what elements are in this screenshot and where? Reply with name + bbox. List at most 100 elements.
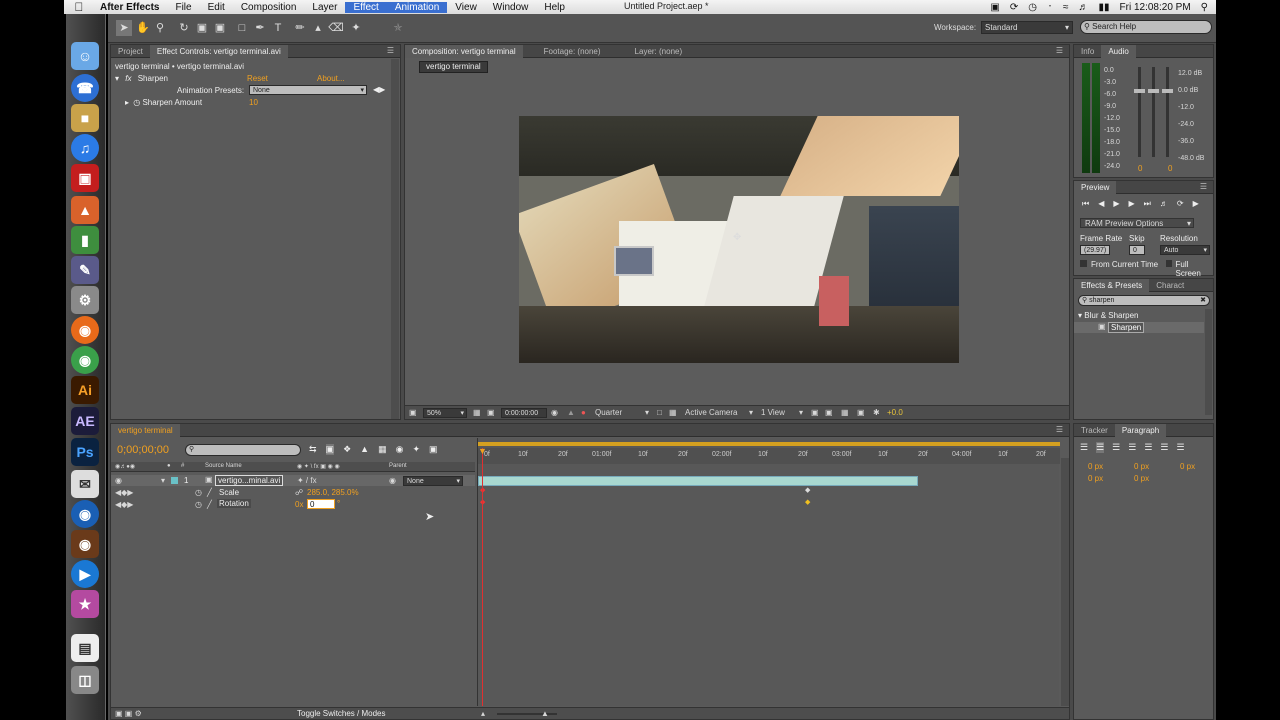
view-layout-dropdown[interactable]: 1 View ▾	[761, 408, 805, 418]
mail-icon[interactable]: ✉	[71, 470, 99, 498]
skip-field[interactable]: 0	[1129, 245, 1145, 255]
sharpen-amount-value[interactable]: 10	[249, 98, 258, 107]
stopwatch-icon[interactable]: ◷	[133, 98, 140, 107]
firefox-icon[interactable]: ◉	[71, 316, 99, 344]
clock[interactable]: Fri 12:08:20 PM	[1120, 2, 1191, 13]
shy-icon[interactable]: ▲	[360, 444, 369, 455]
tab-effect-controls[interactable]: Effect Controls: vertigo terminal.avi	[149, 44, 288, 58]
graph-editor-icon[interactable]: ▣	[429, 444, 438, 455]
menu-file[interactable]: File	[167, 2, 199, 13]
twirl-closed-icon[interactable]: ▸	[125, 98, 129, 107]
facetime-icon[interactable]: ☎	[71, 74, 99, 102]
tab-character[interactable]: Charact	[1149, 279, 1191, 292]
comp-mini-flowchart-icon[interactable]: ⇆	[309, 444, 317, 455]
time-machine-icon[interactable]: ◷	[1028, 2, 1037, 13]
timeline-icon[interactable]: ▦	[841, 408, 849, 417]
photoshop-icon[interactable]: Ps	[71, 438, 99, 466]
graph-toggle-icon[interactable]: ╱	[207, 488, 212, 497]
menu-effect[interactable]: Effect	[345, 1, 387, 13]
fx-icon[interactable]: fx	[125, 74, 131, 83]
timeline-graph-area[interactable]: 0f 10f 20f 01:00f 10f 20f 02:00f 10f 20f…	[477, 438, 1060, 706]
tab-composition[interactable]: Composition: vertigo terminal	[405, 44, 523, 58]
parent-dropdown[interactable]: None ▾	[403, 476, 463, 486]
battery-icon[interactable]: ▮▮	[1099, 2, 1110, 13]
ram-preview-icon[interactable]: ▶	[1193, 199, 1199, 209]
app-menu[interactable]: After Effects	[94, 2, 167, 13]
timeline-scrollbar[interactable]	[1061, 458, 1069, 706]
rotation-property-row[interactable]: ◀◆▶ ◷ ╱ Rotation 0x 0 °	[111, 499, 475, 510]
frame-blending-icon[interactable]: ▦	[378, 444, 387, 455]
pan-behind-tool-icon[interactable]: ▣	[212, 20, 228, 36]
fast-previews-icon[interactable]: ▣	[825, 408, 833, 417]
menu-composition[interactable]: Composition	[233, 2, 305, 13]
space-after-value[interactable]: 0 px	[1134, 474, 1149, 483]
resolution-dropdown-preview[interactable]: Auto ▾	[1160, 245, 1210, 255]
indent-first-value[interactable]: 0 px	[1180, 462, 1195, 471]
panel-menu-icon[interactable]: ☰	[387, 46, 394, 55]
type-tool-icon[interactable]: T	[270, 20, 286, 36]
stopwatch-icon[interactable]: ◷	[195, 488, 202, 497]
presets-dropdown[interactable]: None ▾	[249, 85, 367, 95]
frame-rate-field[interactable]: (29.97)	[1080, 245, 1110, 255]
work-area-bar[interactable]	[478, 442, 1060, 446]
right-volume-track[interactable]	[1166, 67, 1169, 157]
right-volume-slider[interactable]	[1162, 89, 1173, 93]
menu-animation[interactable]: Animation	[386, 1, 448, 13]
magnification-dropdown[interactable]: 50% ▾	[423, 408, 467, 418]
snapshot-icon[interactable]: ◉	[551, 408, 558, 417]
video-toggle-icon[interactable]: ◉	[115, 476, 122, 485]
browser-icon[interactable]: ◉	[71, 500, 99, 528]
panel-menu-icon[interactable]: ☰	[1200, 182, 1207, 191]
finder-icon[interactable]: ☺	[71, 42, 99, 70]
twirl-open-icon[interactable]: ▾	[1078, 311, 1082, 320]
layer-duration-bar[interactable]	[478, 476, 918, 486]
zoom-out-icon[interactable]: ▴	[481, 709, 485, 718]
play-icon[interactable]: ▶	[1113, 199, 1119, 209]
playhead-icon[interactable]: ▼	[478, 446, 487, 456]
rectangle-tool-icon[interactable]: □	[234, 20, 250, 36]
imovie-icon[interactable]: ★	[71, 590, 99, 618]
scale-value[interactable]: 285.0, 285.0%	[307, 488, 359, 497]
effect-controls-scrollbar[interactable]	[391, 59, 399, 419]
transparency-grid-icon[interactable]: ▦	[669, 408, 677, 417]
twirl-open-icon[interactable]: ▾	[161, 476, 165, 485]
mask-app-icon[interactable]: ◉	[71, 530, 99, 558]
audio-icon[interactable]: ♬	[1160, 199, 1168, 209]
preview-app-icon[interactable]: ■	[71, 104, 99, 132]
show-snapshot-icon[interactable]: ▲	[567, 408, 575, 417]
indent-right-value[interactable]: 0 px	[1134, 462, 1149, 471]
full-screen-checkbox[interactable]	[1166, 260, 1173, 267]
spotlight-icon[interactable]: ⚲	[1201, 2, 1208, 13]
selection-tool-icon[interactable]: ➤	[116, 20, 132, 36]
brainstorm-icon[interactable]: ✦	[412, 444, 420, 455]
right-level-value[interactable]: 0	[1168, 164, 1172, 173]
menu-window[interactable]: Window	[485, 2, 537, 13]
menu-edit[interactable]: Edit	[200, 2, 233, 13]
effects-scrollbar[interactable]	[1205, 309, 1212, 415]
indent-left-value[interactable]: 0 px	[1088, 462, 1103, 471]
time-ruler[interactable]: 0f 10f 20f 01:00f 10f 20f 02:00f 10f 20f…	[478, 448, 1060, 464]
first-frame-icon[interactable]: ⏮	[1082, 199, 1089, 209]
preset-prev-next-icon[interactable]: ◀▶	[373, 85, 385, 94]
av-switches-icon[interactable]: ◉♬●◉	[115, 463, 135, 470]
wifi-icon[interactable]: ≈	[1063, 2, 1069, 13]
tab-preview[interactable]: Preview	[1074, 180, 1117, 194]
system-preferences-icon[interactable]: ⚙	[71, 286, 99, 314]
reset-link[interactable]: Reset	[247, 74, 268, 83]
eraser-tool-icon[interactable]: ⌫	[328, 20, 344, 36]
documents-stack-icon[interactable]: ▤	[71, 634, 99, 662]
flowchart-icon[interactable]: ▣	[857, 408, 865, 417]
live-update-icon[interactable]: ▣	[325, 444, 335, 455]
effect-item-sharpen[interactable]: Sharpen	[1108, 322, 1145, 333]
constrain-proportions-icon[interactable]: ☍	[295, 488, 303, 497]
quicktime-icon[interactable]: ▶	[71, 560, 99, 588]
effect-item-row[interactable]: ▣ Sharpen	[1074, 322, 1204, 333]
screen-icon[interactable]: ▣	[990, 2, 999, 13]
photobooth-icon[interactable]: ▣	[71, 164, 99, 192]
graph-toggle-icon[interactable]: ╱	[207, 500, 212, 509]
last-frame-icon[interactable]: ⏭	[1144, 199, 1151, 209]
tab-info[interactable]: Info	[1074, 45, 1101, 58]
after-effects-icon[interactable]: AE	[71, 407, 99, 435]
composition-viewer-frame[interactable]: ✥	[519, 116, 959, 363]
search-help-field[interactable]: ⚲ Search Help	[1080, 20, 1212, 34]
